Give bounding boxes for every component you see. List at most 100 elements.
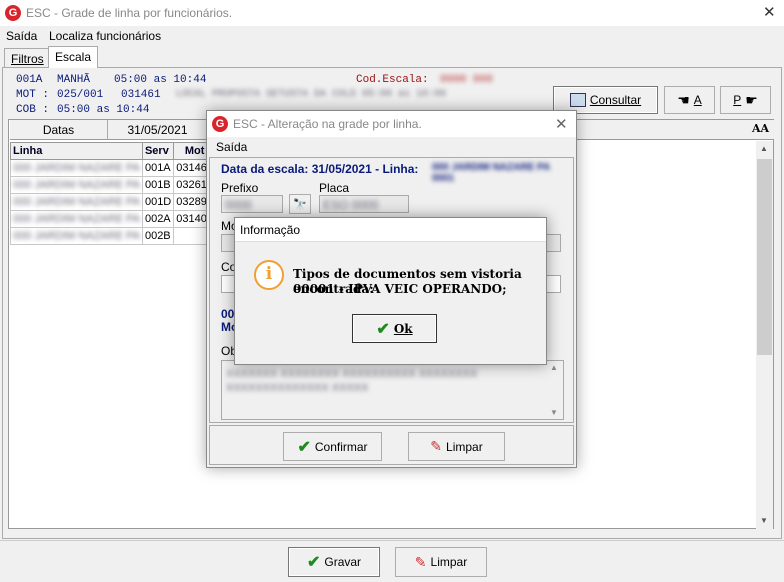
- info-message-line-2: 00001 - IPVA VEIC OPERANDO;: [293, 282, 507, 296]
- cob-time: 05:00 as 10:44: [57, 104, 150, 116]
- menu-localiza-funcionarios[interactable]: Localiza funcionários: [49, 29, 161, 43]
- menu-saida[interactable]: Saída: [6, 29, 37, 43]
- eraser-icon: ✎: [414, 553, 427, 570]
- cod-escala-value: 0000 000: [440, 74, 493, 86]
- ok-button[interactable]: ✔ Ok: [352, 314, 437, 343]
- prefixo-label: Prefixo: [221, 181, 259, 195]
- check-icon: ✔: [306, 554, 321, 571]
- table-header-row: Linha Serv Mot Co: [10, 142, 236, 160]
- cob-label: COB :: [16, 104, 50, 116]
- check-icon: ✔: [376, 320, 390, 338]
- font-size-icon[interactable]: AA: [752, 122, 769, 135]
- tab-filtros-label: Filtros: [11, 52, 44, 66]
- binoculars-icon: 🔭: [293, 198, 307, 211]
- hand-right-icon: ☛: [745, 91, 758, 108]
- prefixo-field[interactable]: 0000: [221, 195, 283, 213]
- table-row[interactable]: 000 JARDIM NAZARE PA 001D 032896: [10, 193, 236, 211]
- scroll-thumb[interactable]: [757, 159, 772, 355]
- info-icon: i: [254, 260, 284, 290]
- binoculars-button[interactable]: 🔭: [289, 194, 311, 214]
- row-serv: 001D: [141, 193, 175, 211]
- row-serv: 001B: [141, 176, 175, 194]
- dialog-menubar: Saída: [207, 137, 576, 157]
- ok-label: Ok: [393, 321, 413, 336]
- placa-label: Placa: [319, 181, 350, 195]
- main-menubar: Saída Localiza funcionários: [0, 26, 784, 46]
- confirmar-button[interactable]: ✔ Confirmar: [283, 432, 382, 461]
- next-label: P: [733, 93, 742, 107]
- mot-value: 025/001: [57, 89, 104, 101]
- mot-code: 031461: [121, 89, 161, 101]
- previous-button[interactable]: ☚ A: [664, 86, 715, 114]
- data-escala-label: Data da escala: 31/05/2021 - Linha:: [221, 162, 419, 176]
- app-logo-icon: G: [5, 5, 21, 21]
- obs-text: XXXXXXX XXXXXXXX XXXXXXXXXX XXXXXXXX XXX…: [226, 368, 478, 394]
- table-row[interactable]: 000 JARDIM NAZARE PA 001B 032616: [10, 176, 236, 194]
- dialog-limpar-label: Limpar: [446, 439, 483, 454]
- vertical-scrollbar[interactable]: ▲ ▼: [756, 141, 773, 529]
- dialog-menu-saida[interactable]: Saída: [216, 140, 247, 154]
- table-row[interactable]: 000 JARDIM NAZARE PA 002A 031401: [10, 210, 236, 228]
- linha-table: Linha Serv Mot Co 000 JARDIM NAZARE PA00…: [10, 142, 236, 245]
- calendar-search-icon: [569, 93, 586, 107]
- confirmar-label: Confirmar: [314, 439, 368, 454]
- row-linha: 000 JARDIM NAZARE PA: [10, 210, 143, 228]
- tab-filtros[interactable]: Filtros: [4, 48, 51, 68]
- placa-value: ESO 0000: [323, 198, 379, 212]
- placa-field[interactable]: ESO 0000: [319, 195, 409, 213]
- linha-value: 000 JARDIM NAZARE PA 0001: [432, 162, 550, 184]
- scroll-down-icon[interactable]: ▼: [760, 516, 768, 525]
- gravar-label: Gravar: [324, 555, 362, 569]
- dialog-close-icon[interactable]: ✕: [555, 115, 568, 133]
- cod-escala-label: Cod.Escala:: [356, 74, 429, 86]
- obs-scroll-up-icon[interactable]: ▲: [550, 363, 558, 372]
- prefixo-value: 0000: [225, 198, 252, 212]
- consultar-label: Consultar: [589, 93, 642, 107]
- gravar-button[interactable]: ✔ Gravar: [288, 547, 380, 577]
- eraser-icon: ✎: [430, 438, 443, 454]
- mot-label: MOT :: [16, 89, 50, 101]
- row-linha: 000 JARDIM NAZARE PA: [10, 176, 143, 194]
- informacao-dialog: Informação i Tipos de documentos sem vis…: [234, 217, 547, 365]
- dialog-limpar-button[interactable]: ✎ Limpar: [408, 432, 505, 461]
- info-code: 001A: [16, 74, 43, 86]
- row-linha: 000 JARDIM NAZARE PA: [10, 159, 143, 177]
- mot-name: LOCAL PROPOSTA SETUSTA DA COLD 05:00 as …: [176, 89, 447, 100]
- scroll-up-icon[interactable]: ▲: [760, 144, 768, 153]
- dialog-logo-icon: G: [212, 116, 228, 132]
- col-serv[interactable]: Serv: [141, 142, 175, 160]
- row-linha: 000 JARDIM NAZARE PA: [10, 227, 143, 245]
- tab-bar: Filtros Escala: [0, 46, 784, 68]
- obs-textarea[interactable]: XXXXXXX XXXXXXXX XXXXXXXXXX XXXXXXXX XXX…: [221, 360, 564, 420]
- limpar-button[interactable]: ✎ Limpar: [395, 547, 487, 577]
- close-icon[interactable]: ✕: [763, 3, 776, 21]
- table-row[interactable]: 000 JARDIM NAZARE PA 002B: [10, 227, 236, 245]
- tab-escala-label: Escala: [55, 50, 92, 64]
- tab-escala[interactable]: Escala: [48, 46, 99, 68]
- table-row[interactable]: 000 JARDIM NAZARE PA 001A 031461: [10, 159, 236, 177]
- row-serv: 002B: [141, 227, 175, 245]
- info-shift: MANHÃ: [57, 74, 91, 86]
- main-titlebar: G ESC - Grade de linha por funcionários.…: [0, 0, 784, 26]
- previous-label: A: [693, 93, 702, 107]
- check-icon: ✔: [297, 438, 311, 456]
- dialog-footer: ✔ Confirmar ✎ Limpar: [209, 425, 574, 465]
- dialog-title: ESC - Alteração na grade por linha.: [233, 117, 422, 131]
- row-linha: 000 JARDIM NAZARE PA: [10, 193, 143, 211]
- info-titlebar: Informação: [235, 218, 546, 242]
- info-body: i Tipos de documentos sem vistoria encon…: [235, 242, 546, 364]
- main-window-title: ESC - Grade de linha por funcionários.: [26, 6, 233, 20]
- code-line-1: 00: [221, 307, 235, 321]
- info-title: Informação: [240, 223, 301, 237]
- next-button[interactable]: P ☛: [720, 86, 771, 114]
- col-linha[interactable]: Linha: [10, 142, 143, 160]
- date-header: 31/05/2021: [108, 120, 208, 140]
- hand-left-icon: ☚: [677, 91, 690, 108]
- bottom-bar: ✔ Gravar ✎ Limpar: [0, 540, 784, 582]
- obs-scroll-down-icon[interactable]: ▼: [550, 408, 558, 417]
- row-serv: 002A: [141, 210, 175, 228]
- row-serv: 001A: [141, 159, 175, 177]
- dialog-titlebar: G ESC - Alteração na grade por linha. ✕: [207, 111, 576, 137]
- limpar-label: Limpar: [430, 555, 468, 569]
- datas-header: Datas: [10, 120, 108, 140]
